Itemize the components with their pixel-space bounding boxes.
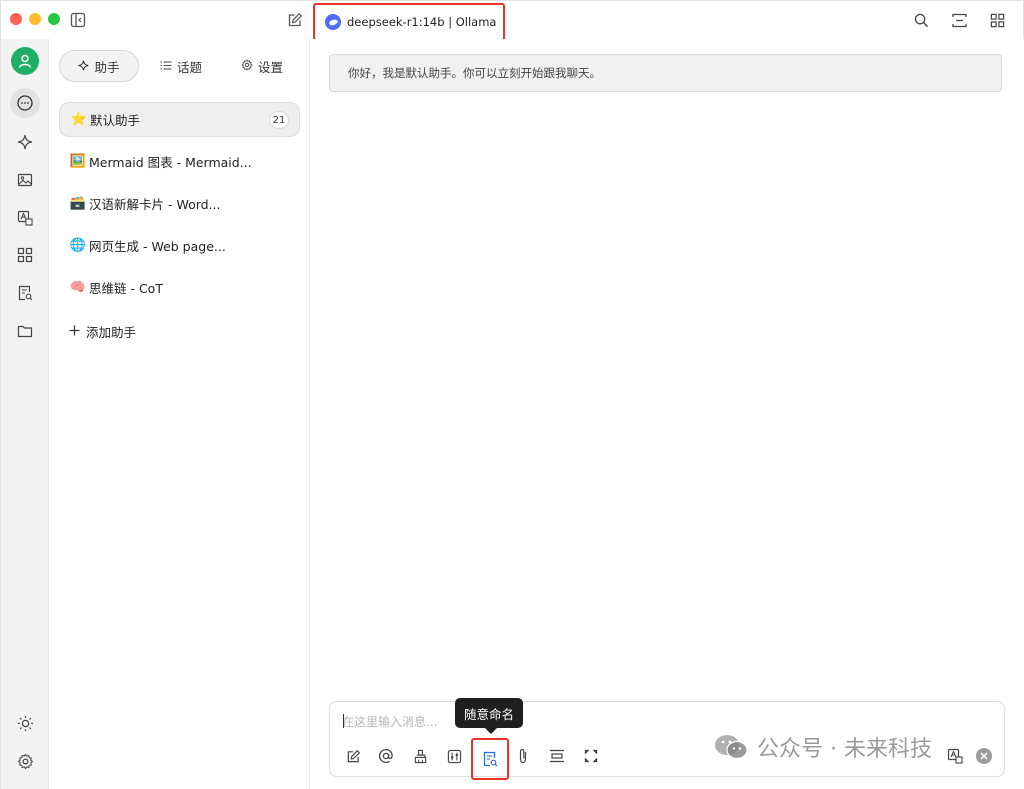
new-topic-icon[interactable] — [342, 745, 364, 767]
add-assistant-label: 添加助手 — [86, 325, 137, 340]
assistant-item-word-card[interactable]: 🗃️ 汉语新解卡片 - Word... — [59, 186, 300, 221]
tab-topics[interactable]: 话题 — [149, 50, 213, 82]
chat-area: 你好，我是默认助手。你可以立刻开始跟我聊天。 — [310, 39, 1024, 789]
add-assistant-button[interactable]: 添加助手 — [69, 322, 136, 341]
maximize-window-button[interactable] — [48, 13, 60, 25]
list-icon — [160, 59, 172, 74]
clear-brush-icon[interactable] — [409, 745, 431, 767]
tab-settings[interactable]: 设置 — [229, 50, 295, 82]
knowledge-base-button[interactable] — [471, 738, 509, 780]
translate-icon[interactable] — [944, 745, 966, 767]
plus-icon — [69, 324, 80, 339]
avatar[interactable] — [11, 47, 39, 75]
tab-label: 设置 — [257, 59, 283, 75]
star-icon: ⭐ — [70, 112, 88, 127]
model-selector[interactable]: deepseek-r1:14b | Ollama — [313, 3, 505, 41]
assistant-label: 默认助手 — [90, 113, 141, 128]
assistant-item-mermaid[interactable]: 🖼️ Mermaid 图表 - Mermaid... — [59, 144, 300, 179]
new-chat-icon[interactable] — [286, 11, 304, 29]
assistant-item-default[interactable]: ⭐ 默认助手 21 — [59, 102, 300, 137]
topic-count-badge: 21 — [269, 111, 289, 129]
brain-icon: 🧠 — [69, 280, 87, 295]
text-caret — [343, 714, 344, 728]
gear-icon — [241, 58, 253, 74]
card-box-icon: 🗃️ — [69, 196, 87, 211]
grid-layout-icon[interactable] — [988, 11, 1006, 29]
narrow-mode-icon[interactable] — [949, 11, 969, 29]
assistant-panel: 助手 话题 设置 ⭐ 默认助手 21 🖼️ Mermaid 图表 - Merma… — [49, 39, 310, 789]
panel-tabs: 助手 话题 设置 — [59, 50, 299, 82]
sparkle-icon[interactable] — [10, 127, 40, 157]
title-bar: deepseek-r1:14b | Ollama — [1, 1, 1024, 41]
message-input[interactable] — [342, 711, 452, 733]
attachment-icon[interactable] — [512, 745, 534, 767]
mention-icon[interactable] — [375, 745, 397, 767]
picture-icon: 🖼️ — [69, 154, 87, 169]
adjust-sliders-icon[interactable] — [443, 745, 465, 767]
tab-label: 话题 — [176, 59, 202, 75]
greeting-message: 你好，我是默认助手。你可以立刻开始跟我聊天。 — [329, 54, 1002, 92]
sidebar-toggle-icon[interactable] — [69, 11, 87, 29]
wechat-watermark: 公众号 · 未来科技 — [713, 729, 932, 765]
translate-icon[interactable] — [10, 203, 40, 233]
model-label: deepseek-r1:14b | Ollama — [347, 15, 497, 29]
sparkle-icon — [78, 59, 89, 74]
globe-icon: 🌐 — [69, 238, 87, 253]
knowledge-search-icon[interactable] — [10, 278, 40, 308]
chat-icon[interactable] — [10, 88, 40, 118]
assistant-item-cot[interactable]: 🧠 思维链 - CoT — [59, 270, 300, 305]
tab-label: 助手 — [94, 59, 120, 75]
send-close-icon[interactable] — [973, 745, 995, 767]
theme-sun-icon[interactable] — [10, 708, 40, 738]
fullscreen-icon[interactable] — [580, 745, 602, 767]
assistant-label: 思维链 - CoT — [89, 281, 163, 296]
knowledge-search-icon — [483, 751, 498, 767]
image-icon[interactable] — [10, 165, 40, 195]
left-rail — [1, 39, 49, 789]
search-icon[interactable] — [912, 11, 930, 29]
app-window: deepseek-r1:14b | Ollama 助手 话题 设置 ⭐ 默认助手… — [0, 0, 1024, 789]
assistant-label: 网页生成 - Web page... — [89, 239, 226, 254]
folder-icon[interactable] — [10, 316, 40, 346]
tab-assistants[interactable]: 助手 — [59, 50, 139, 82]
deepseek-logo-icon — [325, 14, 341, 30]
watermark-text: 公众号 · 未来科技 — [757, 737, 932, 762]
wechat-logo-icon — [715, 735, 748, 760]
close-window-button[interactable] — [10, 13, 22, 25]
minimize-window-button[interactable] — [29, 13, 41, 25]
tooltip-arrow — [485, 728, 497, 734]
assistant-label: 汉语新解卡片 - Word... — [89, 197, 221, 212]
apps-icon[interactable] — [10, 240, 40, 270]
assistant-item-web-page[interactable]: 🌐 网页生成 - Web page... — [59, 228, 300, 263]
assistant-label: Mermaid 图表 - Mermaid... — [89, 155, 252, 170]
tooltip: 随意命名 — [455, 698, 523, 728]
settings-gear-icon[interactable] — [10, 746, 40, 776]
expand-lines-icon[interactable] — [546, 745, 568, 767]
